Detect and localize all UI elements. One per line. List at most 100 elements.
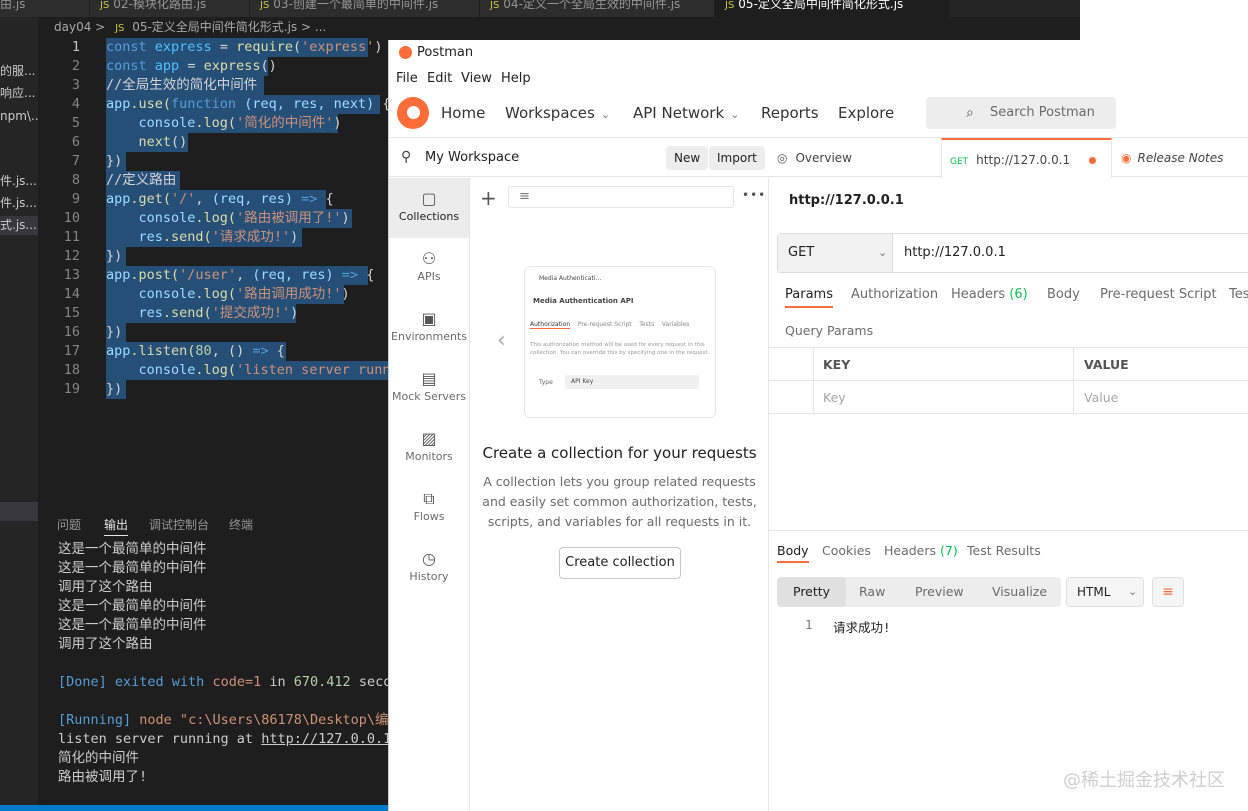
key-input[interactable]: Key [813,381,1074,414]
menu-help[interactable]: Help [501,71,531,86]
format-preview[interactable]: Preview [915,577,964,607]
request-subtab-bar: Params Authorization Headers (6) Body Pr… [769,287,1248,311]
breadcrumb-more[interactable]: > ... [301,20,326,34]
tab-terminal[interactable]: 终端 [229,515,253,535]
collection-preview-card: Media Authenticati... Media Authenticati… [524,266,716,418]
explorer-item-selected[interactable]: 式.js... [0,216,38,235]
explorer-item[interactable]: 响应... [0,84,38,103]
code-line: 19}) [38,380,388,399]
code-line: 13 app.post('/user', (req, res) => { [38,266,388,285]
request-name[interactable]: http://127.0.0.1 [789,193,904,208]
plus-icon[interactable]: + [480,186,497,210]
output-panel[interactable]: 这是一个最简单的中间件 这是一个最简单的中间件 调用了这个路由 这是一个最简单的… [38,540,388,802]
filter-input[interactable]: ≡ [508,186,734,208]
breadcrumb-file[interactable]: 05-定义全局中间件简化形式.js [132,20,297,34]
card-type-select: API Key [565,375,699,389]
tab-authorization[interactable]: Authorization [851,287,938,302]
breadcrumb-folder[interactable]: day04 [54,20,91,34]
nav-home[interactable]: Home [441,104,485,122]
method-select[interactable]: GET ⌄ [778,234,893,272]
card-type-label: Type [539,379,553,386]
editor-tab[interactable]: JS 04-定义一个全局生效的中间件.js [480,0,715,17]
watermark: @稀土掘金技术社区 [1063,770,1225,791]
chevron-left-icon[interactable]: ‹ [497,328,506,353]
tab-cookies[interactable]: Cookies [822,543,871,558]
apis-icon: ⚇ [421,249,437,268]
line-number: 13 [63,267,80,283]
explorer-item[interactable]: 件.js... [0,172,38,191]
editor-tab[interactable]: 由.js [0,0,90,17]
sidebar-item-mock-servers[interactable]: ▤ Mock Servers [389,358,469,418]
tab-tests[interactable]: Tes [1229,287,1248,302]
tab-request-active[interactable]: GET http://127.0.0.1 [941,138,1112,178]
editor-tab-active[interactable]: JS 05-定义全局中间件简化形式.js [715,0,950,17]
import-button[interactable]: Import [709,146,765,170]
tab-debug-console[interactable]: 调试控制台 [149,515,209,535]
js-file-icon: JS [490,0,500,11]
tab-output[interactable]: 输出 [104,515,129,536]
format-toggle: Pretty Raw Preview Visualize [777,577,1061,607]
sidebar-item-monitors[interactable]: ▨ Monitors [389,418,469,478]
code-line: 16}) [38,323,388,342]
wrap-lines-icon[interactable]: ≡ [1152,577,1184,607]
language-select[interactable]: HTML ⌄ [1066,577,1144,607]
output-line: 这是一个最简单的中间件 [58,617,207,633]
create-collection-button[interactable]: Create collection [559,547,681,579]
sidebar-item-apis[interactable]: ⚇ APIs [389,238,469,298]
value-input[interactable]: Value [1075,381,1118,414]
tab-release-notes[interactable]: ◉ Release Notes [1121,138,1223,178]
line-number: 7 [71,153,80,169]
output-link[interactable]: http://127.0.0.1 [261,731,388,747]
postman-logo-icon[interactable] [397,97,429,129]
nav-reports[interactable]: Reports [761,104,819,122]
editor-tab[interactable]: JS 02-模块化路由.js [90,0,250,17]
search-input[interactable]: ⌕ Search Postman [926,97,1116,129]
explorer-item[interactable]: 的服... [0,62,38,81]
breadcrumb-separator: > [95,20,106,34]
more-options-icon[interactable]: ••• [742,188,766,202]
tab-headers[interactable]: Headers (6) [951,287,1028,302]
menu-file[interactable]: File [396,71,418,86]
workspace-name[interactable]: My Workspace [425,150,519,165]
editor-tab[interactable]: JS 03-创建一个最简单的中间件.js [250,0,480,17]
js-file-icon: JS [115,23,125,34]
collections-panel: + ≡ ••• ‹ Media Authenticati... Media Au… [470,178,769,811]
editor-tab-bar: 由.js JS 02-模块化路由.js JS 03-创建一个最简单的中间件.js J… [0,0,1080,17]
tab-overview[interactable]: ◎ Overview [777,138,852,178]
format-visualize[interactable]: Visualize [992,577,1047,607]
code-line: 7}) [38,152,388,171]
nav-explore[interactable]: Explore [838,104,894,122]
sidebar-item-flows[interactable]: ⧉ Flows [389,478,469,538]
url-input[interactable]: http://127.0.0.1 [904,234,1006,272]
breadcrumb: day04 > JS 05-定义全局中间件简化形式.js > ... [38,17,388,38]
sidebar-item-environments[interactable]: ▣ Environments [389,298,469,358]
explorer-item[interactable]: npm\... [0,107,38,126]
tab-test-results[interactable]: Test Results [967,543,1041,558]
new-button[interactable]: New [666,146,709,170]
code-editor[interactable]: 1 const express = require('express') 2 con… [38,38,388,508]
format-pretty[interactable]: Pretty [777,577,847,607]
line-number: 16 [63,324,80,340]
line-number: 14 [63,286,80,302]
code-line: 3//全局生效的简化中间件 [38,76,388,95]
menu-view[interactable]: View [461,71,492,86]
explorer-item[interactable]: 件.js... [0,194,38,213]
sidebar-item-history[interactable]: ◷ History [389,538,469,598]
menu-edit[interactable]: Edit [427,71,452,86]
tab-response-body[interactable]: Body [777,543,809,563]
code-line: 14 console.log('路由调用成功!') [38,285,388,304]
tab-problems[interactable]: 问题 [57,515,81,535]
code-line: 6 next() [38,133,388,152]
nav-api-network[interactable]: API Network ⌄ [633,104,739,122]
tab-body[interactable]: Body [1047,287,1080,302]
format-raw[interactable]: Raw [859,577,885,607]
request-tab-bar: ◎ Overview GET http://127.0.0.1 ◉ Release N… [769,137,1248,178]
tab-response-headers[interactable]: Headers (7) [884,543,958,558]
unsaved-dot-icon [1089,157,1096,164]
line-number: 17 [63,343,80,359]
sidebar-item-collections[interactable]: ▢ Collections [389,178,469,238]
tab-pre-request-script[interactable]: Pre-request Script [1100,287,1217,302]
tab-params[interactable]: Params [785,287,833,308]
monitors-icon: ▨ [421,429,437,448]
nav-workspaces[interactable]: Workspaces ⌄ [505,104,610,122]
